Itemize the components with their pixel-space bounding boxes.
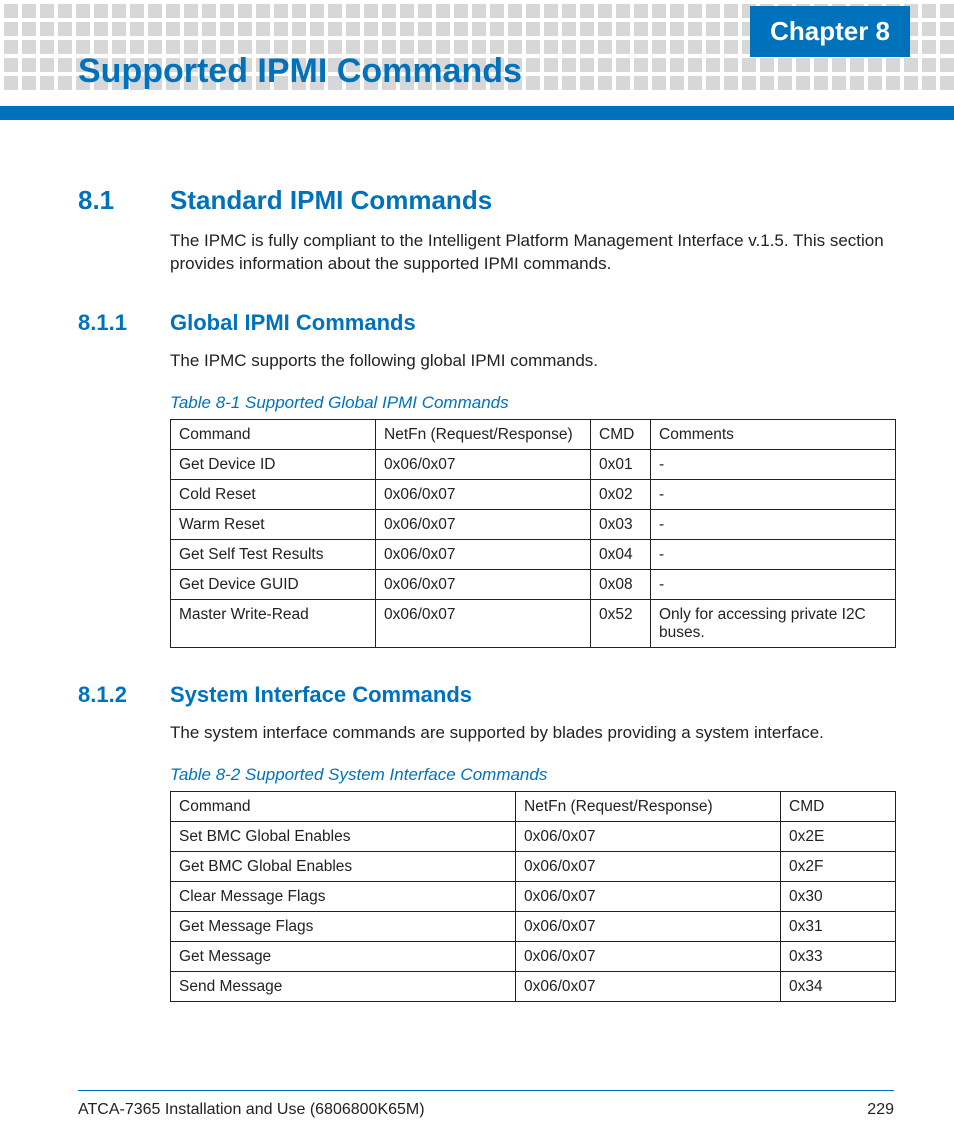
table-row: Get Message Flags0x06/0x070x31 <box>171 911 896 941</box>
table-cell: 0x06/0x07 <box>376 509 591 539</box>
table-cell: - <box>651 539 896 569</box>
subsection-title: System Interface Commands <box>170 682 472 708</box>
table-header-cell: CMD <box>591 419 651 449</box>
table-cell: 0x06/0x07 <box>516 971 781 1001</box>
table-cell: 0x31 <box>781 911 896 941</box>
page-content: 8.1 Standard IPMI Commands The IPMC is f… <box>78 145 896 1002</box>
table-cell: 0x33 <box>781 941 896 971</box>
table-header-row: Command NetFn (Request/Response) CMD <box>171 791 896 821</box>
table-cell: 0x06/0x07 <box>516 881 781 911</box>
chapter-tab: Chapter 8 <box>750 6 910 57</box>
table-header-cell: NetFn (Request/Response) <box>516 791 781 821</box>
table-cell: Cold Reset <box>171 479 376 509</box>
table-cell: Get BMC Global Enables <box>171 851 516 881</box>
table-cell: Get Self Test Results <box>171 539 376 569</box>
table-8-2: Command NetFn (Request/Response) CMD Set… <box>170 791 896 1002</box>
table-cell: Only for accessing private I2C buses. <box>651 599 896 647</box>
table-row: Send Message0x06/0x070x34 <box>171 971 896 1001</box>
table-row: Get Self Test Results0x06/0x070x04- <box>171 539 896 569</box>
table-row: Get Device ID0x06/0x070x01- <box>171 449 896 479</box>
table-header-cell: Command <box>171 791 516 821</box>
table-cell: 0x52 <box>591 599 651 647</box>
table-row: Master Write-Read0x06/0x070x52Only for a… <box>171 599 896 647</box>
table-header-cell: CMD <box>781 791 896 821</box>
table-cell: 0x06/0x07 <box>376 479 591 509</box>
table-header-cell: Comments <box>651 419 896 449</box>
table-cell: - <box>651 449 896 479</box>
table-8-2-caption: Table 8-2 Supported System Interface Com… <box>170 765 896 785</box>
table-cell: - <box>651 479 896 509</box>
table-cell: 0x06/0x07 <box>376 569 591 599</box>
subsection-heading-8-1-1: 8.1.1 Global IPMI Commands <box>78 310 896 336</box>
table-cell: 0x2F <box>781 851 896 881</box>
table-cell: 0x03 <box>591 509 651 539</box>
table-cell: Master Write-Read <box>171 599 376 647</box>
section-8-1-paragraph: The IPMC is fully compliant to the Intel… <box>170 230 896 276</box>
section-title: Standard IPMI Commands <box>170 185 492 216</box>
table-cell: Send Message <box>171 971 516 1001</box>
table-cell: 0x01 <box>591 449 651 479</box>
table-row: Set BMC Global Enables0x06/0x070x2E <box>171 821 896 851</box>
table-header-cell: Command <box>171 419 376 449</box>
subsection-8-1-2-paragraph: The system interface commands are suppor… <box>170 722 896 745</box>
table-cell: 0x30 <box>781 881 896 911</box>
section-number: 8.1 <box>78 185 170 216</box>
table-cell: Get Device ID <box>171 449 376 479</box>
table-cell: 0x08 <box>591 569 651 599</box>
page-footer: ATCA-7365 Installation and Use (6806800K… <box>78 1101 894 1119</box>
table-row: Get Device GUID0x06/0x070x08- <box>171 569 896 599</box>
table-cell: Get Device GUID <box>171 569 376 599</box>
subsection-number: 8.1.2 <box>78 682 170 708</box>
table-cell: 0x06/0x07 <box>516 911 781 941</box>
table-cell: Get Message Flags <box>171 911 516 941</box>
table-row: Cold Reset0x06/0x070x02- <box>171 479 896 509</box>
table-row: Warm Reset0x06/0x070x03- <box>171 509 896 539</box>
table-cell: 0x06/0x07 <box>376 449 591 479</box>
table-cell: Get Message <box>171 941 516 971</box>
table-cell: 0x06/0x07 <box>516 941 781 971</box>
table-cell: 0x04 <box>591 539 651 569</box>
table-cell: 0x2E <box>781 821 896 851</box>
subsection-number: 8.1.1 <box>78 310 170 336</box>
table-cell: - <box>651 509 896 539</box>
table-row: Get Message0x06/0x070x33 <box>171 941 896 971</box>
table-header-row: Command NetFn (Request/Response) CMD Com… <box>171 419 896 449</box>
footer-page-number: 229 <box>867 1101 894 1119</box>
table-row: Clear Message Flags0x06/0x070x30 <box>171 881 896 911</box>
page-title: Supported IPMI Commands <box>78 52 522 91</box>
table-header-cell: NetFn (Request/Response) <box>376 419 591 449</box>
table-cell: Set BMC Global Enables <box>171 821 516 851</box>
table-cell: 0x02 <box>591 479 651 509</box>
title-underline-bar <box>0 106 954 120</box>
subsection-title: Global IPMI Commands <box>170 310 416 336</box>
table-cell: Warm Reset <box>171 509 376 539</box>
table-cell: 0x06/0x07 <box>376 599 591 647</box>
footer-doc-title: ATCA-7365 Installation and Use (6806800K… <box>78 1101 425 1119</box>
table-cell: - <box>651 569 896 599</box>
table-cell: Clear Message Flags <box>171 881 516 911</box>
table-row: Get BMC Global Enables0x06/0x070x2F <box>171 851 896 881</box>
table-cell: 0x06/0x07 <box>516 851 781 881</box>
subsection-heading-8-1-2: 8.1.2 System Interface Commands <box>78 682 896 708</box>
table-cell: 0x06/0x07 <box>516 821 781 851</box>
table-8-1: Command NetFn (Request/Response) CMD Com… <box>170 419 896 648</box>
footer-rule <box>78 1090 894 1091</box>
table-cell: 0x06/0x07 <box>376 539 591 569</box>
table-8-1-caption: Table 8-1 Supported Global IPMI Commands <box>170 393 896 413</box>
table-cell: 0x34 <box>781 971 896 1001</box>
section-heading-8-1: 8.1 Standard IPMI Commands <box>78 185 896 216</box>
subsection-8-1-1-paragraph: The IPMC supports the following global I… <box>170 350 896 373</box>
